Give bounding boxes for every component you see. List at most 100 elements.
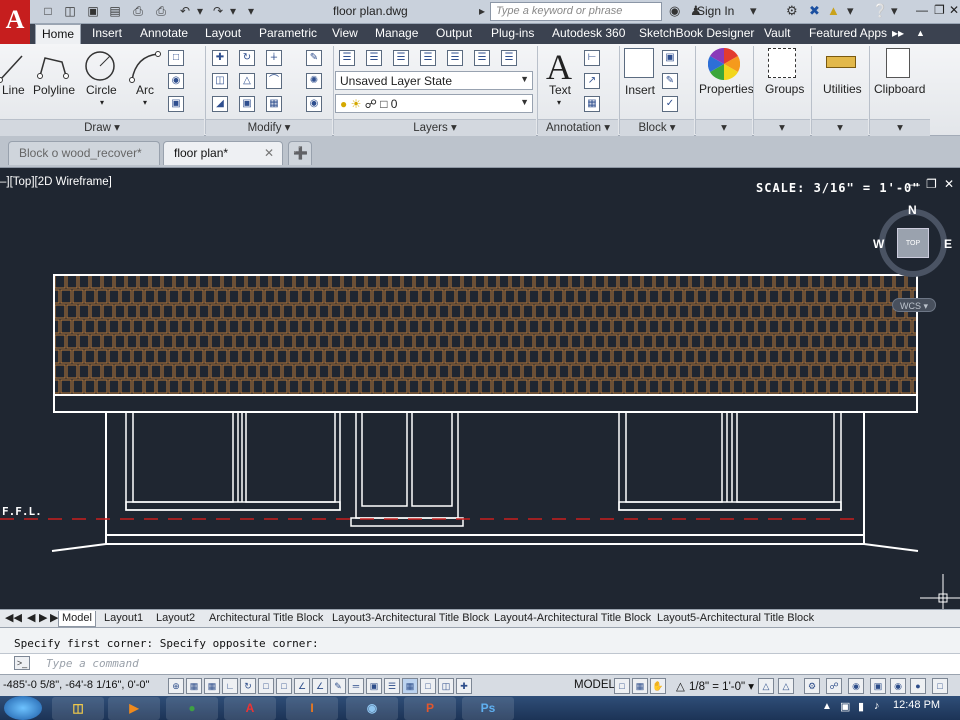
lineweight-icon[interactable]: ═ xyxy=(348,678,364,694)
tab-layout[interactable]: Layout xyxy=(199,24,247,44)
exchange-icon[interactable]: ✖ xyxy=(809,3,820,19)
layers-panel-title[interactable]: Layers ▾ xyxy=(334,119,536,136)
new-tab-button[interactable]: ➕ xyxy=(288,141,312,165)
erase-icon[interactable]: ✎ xyxy=(306,50,322,66)
ortho-mode-icon[interactable]: ∟ xyxy=(222,678,238,694)
copy-icon[interactable]: ◫ xyxy=(212,73,228,89)
dynamic-ucs-icon[interactable]: ∠ xyxy=(312,678,328,694)
tab-manage[interactable]: Manage xyxy=(369,24,424,44)
object-snap-icon[interactable]: □ xyxy=(258,678,274,694)
create-block-icon[interactable]: ▣ xyxy=(662,50,678,66)
pan-icon[interactable]: ✋ xyxy=(650,678,666,694)
search-input[interactable]: Type a keyword or phrase xyxy=(490,2,662,21)
hatch-icon[interactable]: ◉ xyxy=(168,73,184,89)
auto-scale-icon[interactable]: △ xyxy=(778,678,794,694)
viewer-icon[interactable]: ◉ xyxy=(346,697,398,720)
compass-east[interactable]: E xyxy=(944,237,952,251)
explode-icon[interactable]: ✺ xyxy=(306,73,322,89)
model-space-button[interactable]: MODEL xyxy=(574,679,615,691)
redo-icon[interactable]: ↷ xyxy=(210,3,226,19)
close-icon[interactable]: ✕ xyxy=(949,3,959,17)
search-binoculars-icon[interactable]: ◉ xyxy=(669,3,680,19)
application-menu-button[interactable]: A xyxy=(0,0,30,44)
tab-view[interactable]: View xyxy=(326,24,364,44)
doc-tab-block-o-wood[interactable]: Block o wood_recover* xyxy=(8,141,160,165)
restore-icon[interactable]: ❐ xyxy=(934,3,945,17)
tab-insert[interactable]: Insert xyxy=(86,24,128,44)
draw-panel-title[interactable]: Draw ▾ xyxy=(0,119,204,136)
quick-view-layouts-icon[interactable]: □ xyxy=(614,678,630,694)
tray-network-icon[interactable]: ▣ xyxy=(840,700,850,713)
layer-off-icon[interactable]: ☰ xyxy=(420,50,436,66)
layout-tab-layout2[interactable]: Layout2 xyxy=(153,611,198,627)
annotation-scale-icon[interactable]: △ xyxy=(676,679,685,693)
help-icon[interactable]: ❔ xyxy=(872,3,888,19)
model-space-toggle-icon[interactable]: ◫ xyxy=(438,678,454,694)
settings-icon[interactable]: ⚙ xyxy=(786,3,798,19)
tab-featured-apps[interactable]: Featured Apps xyxy=(803,24,893,44)
utilities-panel-expand[interactable]: ▾ xyxy=(812,119,868,136)
viewcube-top-face[interactable]: TOP xyxy=(897,228,929,258)
start-button[interactable] xyxy=(4,696,42,720)
layer-lock-icon[interactable]: ☰ xyxy=(447,50,463,66)
chrome-icon[interactable]: ● xyxy=(166,697,218,720)
search-expand-icon[interactable]: ▸ xyxy=(474,3,490,19)
layer-properties-icon[interactable]: ☰ xyxy=(339,50,355,66)
layout-tab-architectural-title-block[interactable]: Architectural Title Block xyxy=(206,611,326,627)
utilities-button[interactable]: Utilities xyxy=(823,82,862,96)
tab-output[interactable]: Output xyxy=(430,24,478,44)
doc-tab-floor-plan[interactable]: floor plan* ✕ xyxy=(163,141,283,165)
properties-panel-expand[interactable]: ▾ xyxy=(696,119,752,136)
edit-attributes-icon[interactable]: ✓ xyxy=(662,96,678,112)
text-dropdown-icon[interactable]: ▾ xyxy=(557,98,561,107)
text-icon[interactable]: A xyxy=(546,46,572,88)
rotate-icon[interactable]: ↻ xyxy=(239,50,255,66)
annotation-scale-dropdown[interactable]: 1/8" = 1'-0" ▾ xyxy=(689,679,754,693)
open-file-icon[interactable]: ◫ xyxy=(62,3,78,19)
annotation-panel-title[interactable]: Annotation ▾ xyxy=(538,119,618,136)
clipboard-panel-expand[interactable]: ▾ xyxy=(870,119,930,136)
quick-properties-icon[interactable]: ☰ xyxy=(384,678,400,694)
isolate-icon[interactable]: ✚ xyxy=(456,678,472,694)
clipboard-button[interactable]: Clipboard xyxy=(874,82,925,96)
sign-in-dropdown-icon[interactable]: ▾ xyxy=(750,3,757,19)
tab-home[interactable]: Home xyxy=(35,24,82,44)
viewport-minimize-icon[interactable]: — xyxy=(908,177,920,191)
selection-cycling-icon[interactable]: ▦ xyxy=(402,678,418,694)
clipboard-icon[interactable] xyxy=(886,48,910,78)
tab-plug-ins[interactable]: Plug-ins xyxy=(485,24,540,44)
move-icon[interactable]: ✚ xyxy=(212,50,228,66)
fillet-icon[interactable]: ⌒ xyxy=(266,73,282,89)
tray-signal-icon[interactable]: ▮ xyxy=(858,700,864,713)
text-button[interactable]: Text xyxy=(549,83,571,97)
infer-constraints-icon[interactable]: ⊕ xyxy=(168,678,184,694)
save-as-icon[interactable]: ▤ xyxy=(107,3,123,19)
undo-dropdown-icon[interactable]: ▾ xyxy=(192,3,208,19)
tab-parametric[interactable]: Parametric xyxy=(253,24,323,44)
snap-mode-icon[interactable]: ▦ xyxy=(186,678,202,694)
trim-icon[interactable]: ∔ xyxy=(266,50,282,66)
status-menu-icon[interactable]: ● xyxy=(910,678,926,694)
command-input[interactable]: Type a command xyxy=(0,653,960,674)
isolate-objects-icon[interactable]: ▣ xyxy=(870,678,886,694)
layout-tab-layout4[interactable]: Layout4-Architectural Title Block xyxy=(491,611,654,627)
compass-west[interactable]: W xyxy=(873,237,884,251)
groups-button[interactable]: Groups xyxy=(765,82,804,96)
region-icon[interactable]: ▣ xyxy=(168,96,184,112)
layer-dropdown[interactable]: ● ☀ ☍ □ 0 ▼ xyxy=(335,94,533,113)
offset-icon[interactable]: ◉ xyxy=(306,96,322,112)
circle-button[interactable]: Circle xyxy=(86,83,117,97)
viewport-restore-icon[interactable]: ❐ xyxy=(926,177,937,191)
help-dropdown-icon[interactable]: ▾ xyxy=(847,3,854,19)
layout-first-icon[interactable]: ◀◀ xyxy=(2,611,25,627)
line-button[interactable]: Line xyxy=(2,83,25,97)
redo-dropdown-icon[interactable]: ▾ xyxy=(225,3,241,19)
groups-panel-expand[interactable]: ▾ xyxy=(754,119,810,136)
quick-view-drawings-icon[interactable]: ▦ xyxy=(632,678,648,694)
print-icon[interactable]: ⎙ xyxy=(153,3,169,19)
close-tab-icon[interactable]: ✕ xyxy=(264,142,274,164)
annotation-monitor-icon[interactable]: □ xyxy=(420,678,436,694)
rectangle-icon[interactable]: □ xyxy=(168,50,184,66)
3d-object-snap-icon[interactable]: □ xyxy=(276,678,292,694)
layer-freeze-icon[interactable]: ☰ xyxy=(393,50,409,66)
